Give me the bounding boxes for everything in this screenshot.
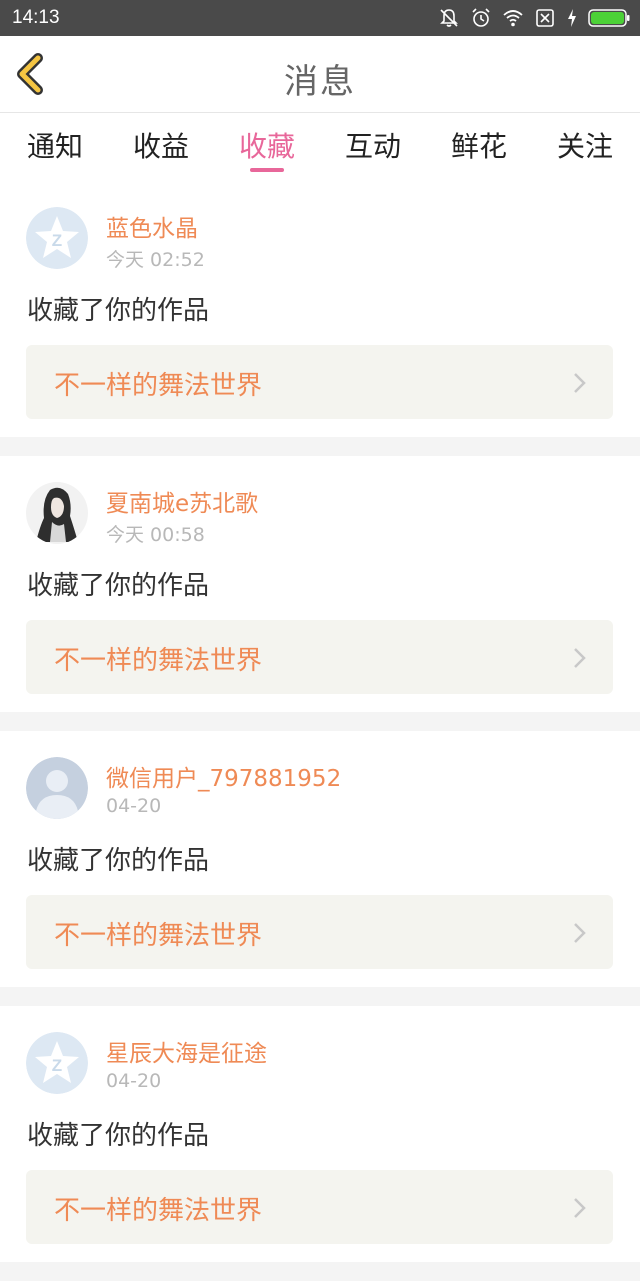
message-time: 今天 02:52 [106, 249, 205, 271]
page-title: 消息 [284, 62, 356, 102]
message-action: 收藏了你的作品 [27, 571, 210, 601]
username[interactable]: 星辰大海是征途 [106, 1034, 267, 1068]
work-title: 不一样的舞法世界 [54, 921, 263, 951]
sim-off-icon [536, 9, 554, 27]
avatar[interactable] [26, 482, 88, 544]
message-card: Z 蓝色水晶 今天 02:52 收藏了你的作品 不一样的舞法世界 [0, 181, 640, 437]
alarm-icon [472, 8, 490, 27]
chevron-right-icon [574, 1198, 586, 1218]
message-card: 夏南城e苏北歌 今天 00:58 收藏了你的作品 不一样的舞法世界 [0, 456, 640, 712]
message-card: 微信用户_797881952 04-20 收藏了你的作品 不一样的舞法世界 [0, 731, 640, 987]
chevron-right-icon [574, 373, 586, 393]
message-card: Z 星辰大海是征途 04-20 收藏了你的作品 不一样的舞法世界 [0, 1006, 640, 1262]
chevron-right-icon [574, 923, 586, 943]
status-icons [438, 7, 630, 29]
status-time: 14:13 [12, 7, 60, 28]
tab-notifications[interactable]: 通知 [2, 125, 108, 165]
work-title: 不一样的舞法世界 [54, 646, 263, 676]
tab-interactions[interactable]: 互动 [320, 125, 426, 165]
qzone-avatar-icon: Z [26, 1032, 88, 1094]
work-link[interactable]: 不一样的舞法世界 [26, 895, 613, 969]
message-action: 收藏了你的作品 [27, 1121, 210, 1151]
message-list: Z 蓝色水晶 今天 02:52 收藏了你的作品 不一样的舞法世界 夏南城e苏北歌… [0, 181, 640, 1281]
username[interactable]: 夏南城e苏北歌 [106, 484, 258, 518]
charging-icon [568, 9, 576, 27]
message-time: 04-20 [106, 795, 162, 817]
message-time: 今天 00:58 [106, 524, 205, 546]
tab-flowers[interactable]: 鲜花 [426, 125, 532, 165]
tab-earnings[interactable]: 收益 [108, 125, 214, 165]
default-user-avatar-icon [26, 757, 88, 819]
username[interactable]: 微信用户_797881952 [106, 759, 341, 793]
avatar[interactable] [26, 757, 88, 819]
svg-text:Z: Z [52, 231, 62, 250]
tab-favorites[interactable]: 收藏 [214, 125, 320, 165]
tab-bar: 通知 收益 收藏 互动 鲜花 关注 [0, 113, 640, 181]
work-title: 不一样的舞法世界 [54, 371, 263, 401]
work-link[interactable]: 不一样的舞法世界 [26, 345, 613, 419]
message-action: 收藏了你的作品 [27, 846, 210, 876]
work-link[interactable]: 不一样的舞法世界 [26, 1170, 613, 1244]
nav-header: 消息 [0, 36, 640, 113]
avatar[interactable]: Z [26, 207, 88, 269]
active-tab-indicator [250, 168, 284, 172]
username[interactable]: 蓝色水晶 [106, 209, 198, 243]
message-action: 收藏了你的作品 [27, 296, 210, 326]
message-time: 04-20 [106, 1070, 162, 1092]
svg-text:Z: Z [52, 1056, 62, 1075]
chevron-right-icon [574, 648, 586, 668]
avatar[interactable]: Z [26, 1032, 88, 1094]
status-bar: 14:13 [0, 0, 640, 36]
tab-follows[interactable]: 关注 [532, 125, 638, 165]
work-link[interactable]: 不一样的舞法世界 [26, 620, 613, 694]
wifi-icon [503, 10, 523, 27]
work-title: 不一样的舞法世界 [54, 1196, 263, 1226]
battery-icon [588, 9, 630, 27]
girl-photo-avatar-icon [26, 482, 88, 544]
bell-off-icon [440, 9, 458, 27]
qzone-avatar-icon: Z [26, 207, 88, 269]
